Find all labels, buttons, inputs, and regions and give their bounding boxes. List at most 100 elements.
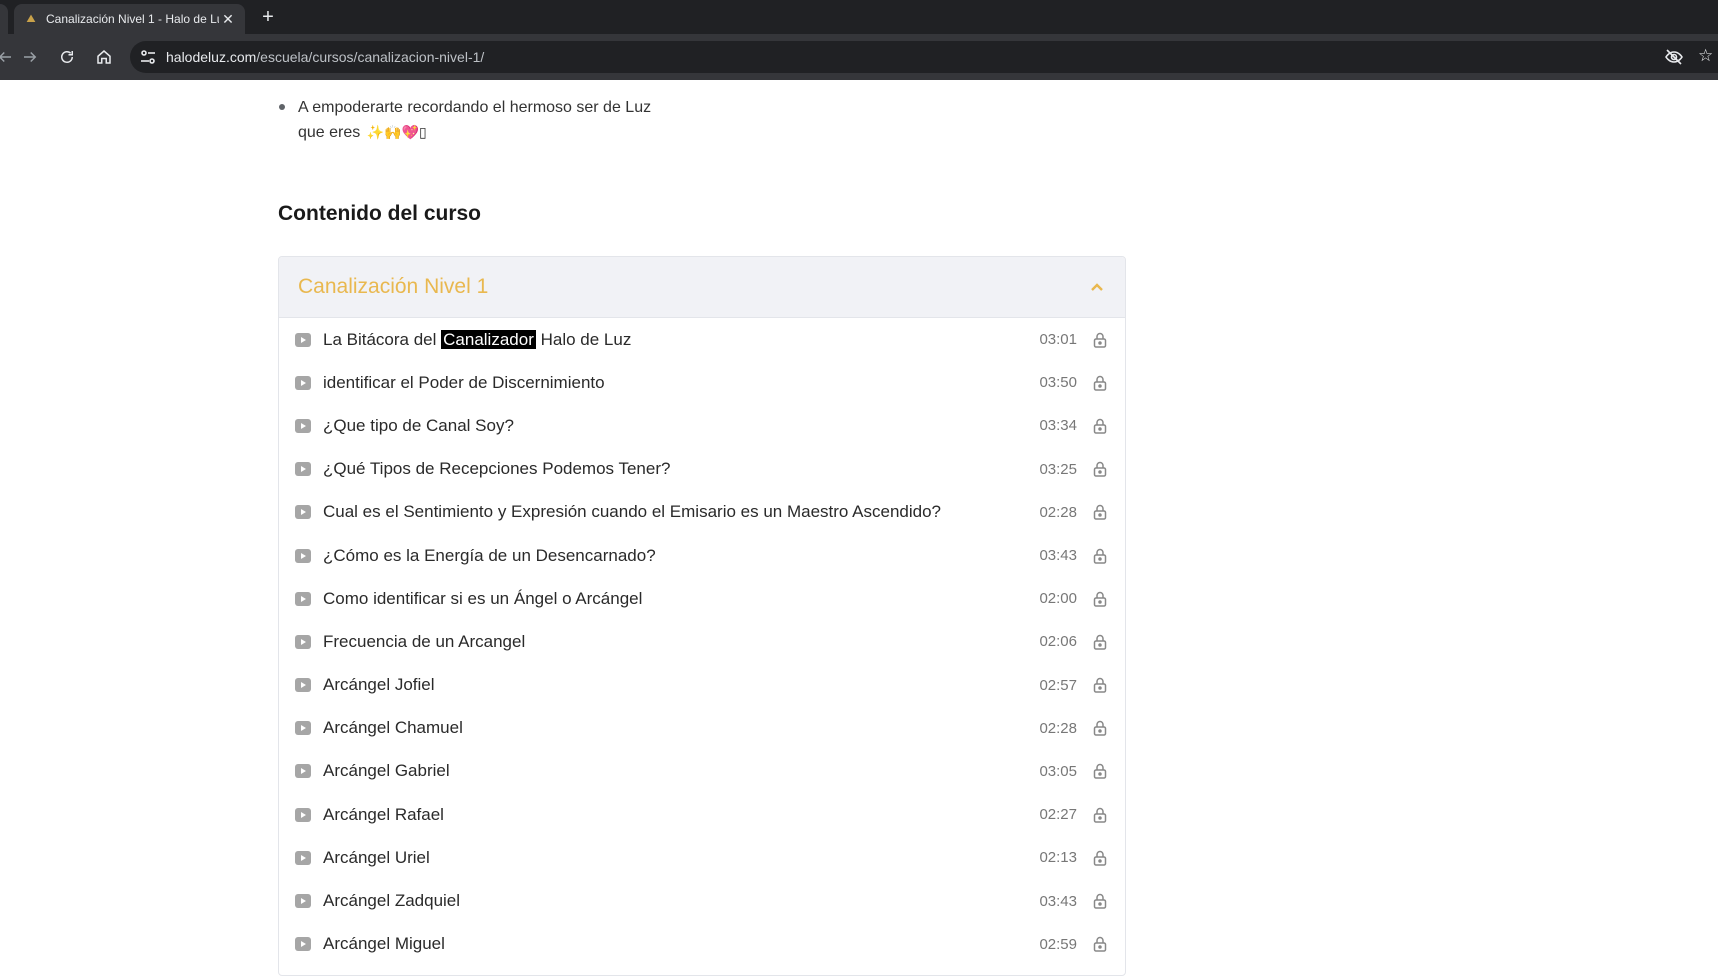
course-accordion-header[interactable]: Canalización Nivel 1 [279, 257, 1125, 318]
lesson-title-pre: Arcángel Gabriel [323, 761, 450, 781]
section-title: Contenido del curso [278, 202, 482, 225]
browser-tab-bar: ⛰ Canalización Nivel 1 - Halo de Luz ✕ + [0, 0, 1718, 34]
lesson-duration: 02:00 [1039, 590, 1077, 608]
play-video-icon [295, 721, 311, 736]
lesson-item[interactable]: Arcángel Gabriel 03:05 [279, 750, 1125, 793]
lesson-title[interactable]: ¿Que tipo de Canal Soy? [323, 416, 1017, 436]
lesson-duration: 02:28 [1039, 719, 1077, 737]
lesson-duration: 03:34 [1039, 417, 1077, 435]
previous-tab-stub[interactable] [0, 4, 8, 34]
lesson-title[interactable]: identificar el Poder de Discernimiento [323, 373, 1017, 393]
bullet-text-line1: A empoderarte recordando el hermoso ser … [298, 99, 652, 116]
play-video-icon [295, 505, 311, 520]
lesson-duration: 02:27 [1039, 806, 1077, 824]
course-title: Canalización Nivel 1 [298, 275, 489, 298]
lesson-title[interactable]: La Bitácora del Canalizador Halo de Luz [323, 329, 1017, 350]
lesson-title[interactable]: ¿Qué Tipos de Recepciones Podemos Tener? [323, 459, 1017, 479]
lesson-item[interactable]: ¿Cómo es la Energía de un Desencarnado? 0… [279, 534, 1125, 577]
lesson-item[interactable]: Arcángel Chamuel 02:28 [279, 707, 1125, 750]
play-video-icon [295, 764, 311, 779]
lesson-duration: 02:13 [1039, 849, 1077, 867]
lock-icon [1093, 937, 1107, 952]
lock-icon [1093, 893, 1107, 909]
lesson-title[interactable]: Frecuencia de un Arcangel [323, 632, 1017, 652]
tab-title: Canalización Nivel 1 - Halo de Luz [46, 12, 219, 26]
url-text[interactable]: halodeluz.com/escuela/cursos/canalizacio… [166, 49, 484, 65]
lesson-title-pre: La Bitácora del [323, 329, 442, 349]
play-video-icon [295, 807, 311, 822]
forward-arrow-icon[interactable] [17, 44, 43, 70]
lock-icon [1093, 677, 1107, 693]
lesson-item[interactable]: La Bitácora del Canalizador Halo de Luz 0… [279, 318, 1125, 361]
lesson-title[interactable]: Como identificar si es un Ángel o Arcáng… [323, 589, 1017, 609]
lesson-title[interactable]: Arcángel Uriel [323, 848, 1017, 868]
lesson-duration: 02:57 [1039, 676, 1077, 694]
lesson-item[interactable]: Arcángel Uriel 02:13 [279, 836, 1125, 879]
course-accordion: Canalización Nivel 1 La Bitácora del Can… [278, 256, 1126, 976]
url-path: /escuela/cursos/canalizacion-nivel-1/ [256, 49, 485, 65]
url-host: halodeluz.com [166, 49, 257, 65]
lesson-duration: 03:05 [1039, 762, 1077, 780]
lesson-title-pre: Arcángel Miguel [323, 934, 445, 954]
lesson-duration: 03:43 [1039, 892, 1077, 910]
lesson-list: La Bitácora del Canalizador Halo de Luz 0… [279, 318, 1125, 966]
play-video-icon [295, 548, 311, 563]
reload-icon[interactable] [54, 44, 80, 70]
lock-icon [1093, 721, 1107, 737]
lesson-duration: 02:28 [1039, 503, 1077, 521]
sparkle-hands-heart-emoji: ✨🙌💖▯ [366, 124, 427, 140]
lesson-title[interactable]: ¿Cómo es la Energía de un Desencarnado? [323, 546, 1017, 566]
lesson-item[interactable]: ¿Qué Tipos de Recepciones Podemos Tener?… [279, 448, 1125, 491]
lesson-title-pre: Arcángel Zadquiel [323, 891, 461, 911]
lesson-title[interactable]: Arcángel Zadquiel [323, 891, 1017, 911]
lesson-title[interactable]: Arcángel Jofiel [323, 675, 1017, 695]
lesson-item[interactable]: Arcángel Miguel 02:59 [279, 923, 1125, 966]
lesson-title-pre: Arcángel Chamuel [323, 718, 463, 738]
play-video-icon [295, 591, 311, 606]
address-bar[interactable]: halodeluz.com/escuela/cursos/canalizacio… [130, 41, 1718, 73]
lesson-item[interactable]: Arcángel Jofiel 02:57 [279, 664, 1125, 707]
lesson-title-pre: Arcángel Uriel [323, 847, 430, 867]
lesson-title-pre: Arcángel Jofiel [323, 675, 435, 695]
lesson-title[interactable]: Arcángel Miguel [323, 934, 1017, 954]
close-tab-icon[interactable]: ✕ [219, 10, 237, 28]
lesson-title-pre: ¿Cómo es la Energía de un Desencarnado? [323, 545, 656, 565]
play-video-icon [295, 678, 311, 693]
play-video-icon [295, 418, 311, 433]
lesson-title[interactable]: Arcángel Rafael [323, 805, 1017, 825]
lesson-item[interactable]: identificar el Poder de Discernimiento 03… [279, 361, 1125, 404]
home-icon[interactable] [91, 44, 117, 70]
lesson-title[interactable]: Arcángel Gabriel [323, 761, 1017, 781]
lock-icon [1093, 764, 1107, 780]
eye-slash-icon[interactable] [1664, 47, 1684, 67]
play-video-icon [295, 894, 311, 909]
play-video-icon [295, 462, 311, 477]
chevron-up-icon[interactable] [1087, 277, 1107, 297]
bookmark-star-icon[interactable]: ☆ [1698, 46, 1716, 66]
back-arrow-icon[interactable] [0, 44, 18, 70]
lesson-item[interactable]: Arcángel Rafael 02:27 [279, 793, 1125, 836]
bullet-text-que-eres: que eres [298, 124, 361, 141]
bullet-dot [279, 104, 285, 110]
lock-icon [1093, 548, 1107, 564]
play-video-icon [295, 850, 311, 865]
lesson-item[interactable]: Como identificar si es un Ángel o Arcáng… [279, 577, 1125, 620]
lesson-item[interactable]: Cual es el Sentimiento y Expresión cuand… [279, 491, 1125, 534]
lesson-title-pre: Como identificar si es un Ángel o Arcáng… [323, 588, 643, 608]
lesson-duration: 03:01 [1039, 331, 1077, 349]
lesson-duration: 02:59 [1039, 935, 1077, 953]
lesson-title-pre: identificar el Poder de Discernimiento [323, 372, 605, 392]
lesson-title[interactable]: Cual es el Sentimiento y Expresión cuand… [323, 502, 1017, 522]
site-info-icon[interactable] [138, 47, 158, 67]
lock-icon [1093, 850, 1107, 866]
lesson-title[interactable]: Arcángel Chamuel [323, 718, 1017, 738]
lesson-duration: 02:06 [1039, 633, 1077, 651]
lesson-item[interactable]: Frecuencia de un Arcangel 02:06 [279, 620, 1125, 663]
lesson-item[interactable]: ¿Que tipo de Canal Soy? 03:34 [279, 404, 1125, 447]
lesson-item[interactable]: Arcángel Zadquiel 03:43 [279, 879, 1125, 922]
bullet-text-line2: que eres ✨🙌💖▯ [298, 120, 698, 145]
active-tab[interactable]: ⛰ Canalización Nivel 1 - Halo de Luz ✕ [14, 4, 245, 34]
lock-icon [1093, 461, 1107, 477]
new-tab-button[interactable]: + [256, 5, 280, 29]
play-video-icon [295, 332, 311, 347]
